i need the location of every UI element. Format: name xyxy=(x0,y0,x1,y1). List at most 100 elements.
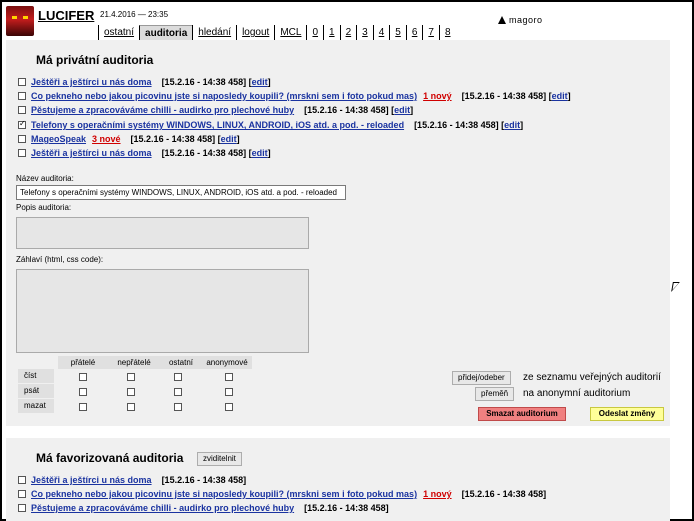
edit-link[interactable]: edit xyxy=(221,134,237,144)
private-auditoria-panel: Má privátní auditoria Ještěři a ještírci… xyxy=(6,40,670,426)
tab-page-4[interactable]: 4 xyxy=(372,25,390,40)
item-checkbox[interactable] xyxy=(18,78,26,86)
save-changes-button[interactable]: Odeslat změny xyxy=(590,407,664,421)
delete-auditorium-button[interactable]: Smazat auditorium xyxy=(478,407,566,421)
edit-link[interactable]: edit xyxy=(552,91,568,101)
perm-checkbox[interactable] xyxy=(127,403,135,411)
tab-page-5[interactable]: 5 xyxy=(389,25,406,40)
item-checkbox[interactable] xyxy=(18,504,26,512)
auditorium-name-input[interactable]: Telefony s operačními systémy WINDOWS, L… xyxy=(16,185,346,200)
perm-checkbox[interactable] xyxy=(79,373,87,381)
item-checkbox[interactable] xyxy=(18,476,26,484)
name-label: Název auditoria: xyxy=(16,174,74,183)
perm-checkbox[interactable] xyxy=(127,373,135,381)
auditorium-link[interactable]: Ještěři a ještírci u nás doma xyxy=(31,148,152,158)
favorite-auditoria-panel: Má favorizovaná auditoria zviditelnit Je… xyxy=(6,438,670,521)
item-checkbox[interactable] xyxy=(18,135,26,143)
tab-page-0[interactable]: 0 xyxy=(306,25,324,40)
tab-page-1[interactable]: 1 xyxy=(323,25,340,40)
perm-col-others: ostatní xyxy=(160,356,202,369)
perm-checkbox[interactable] xyxy=(174,403,182,411)
devil-logo-icon xyxy=(6,6,34,36)
perm-checkbox[interactable] xyxy=(79,403,87,411)
new-posts-badge[interactable]: 1 nový xyxy=(423,91,452,101)
description-textarea[interactable] xyxy=(16,217,309,249)
list-item: Co pekneho nebo jakou picovinu jste si n… xyxy=(18,90,571,102)
tab-page-7[interactable]: 7 xyxy=(422,25,439,40)
list-item: Ještěři a ještírci u nás doma [15.2.16 -… xyxy=(18,147,271,159)
logo-eye-right xyxy=(23,16,28,19)
new-posts-badge[interactable]: 1 nový xyxy=(423,489,452,499)
brand-title[interactable]: LUCIFER xyxy=(38,8,94,23)
perm-row-delete: mazat xyxy=(24,401,46,410)
item-meta: [15.2.16 - 14:38 458] [edit] xyxy=(414,120,524,130)
perm-checkbox[interactable] xyxy=(79,388,87,396)
make-anonymous-text: na anonymní auditorium xyxy=(523,388,631,399)
magoro-logo[interactable]: magoro xyxy=(498,15,543,25)
item-meta: [15.2.16 - 14:38 458] xyxy=(304,503,389,513)
list-item: Pěstujeme a zpracováváme chilli - audirk… xyxy=(18,502,389,514)
tab-hledani[interactable]: hledání xyxy=(192,25,237,40)
header-code-textarea[interactable] xyxy=(16,269,309,353)
auditorium-link[interactable]: Pěstujeme a zpracováváme chilli - audirk… xyxy=(31,105,294,115)
tab-page-8[interactable]: 8 xyxy=(438,25,456,40)
perm-checkbox[interactable] xyxy=(127,388,135,396)
auditorium-link[interactable]: Pěstujeme a zpracováváme chilli - audirk… xyxy=(31,503,294,513)
current-datetime: 21.4.2016 — 23:35 xyxy=(100,10,169,19)
tab-mcl[interactable]: MCL xyxy=(274,25,307,40)
header-code-label: Záhlaví (html, css code): xyxy=(16,255,104,264)
auditorium-link[interactable]: Telefony s operačními systémy WINDOWS, L… xyxy=(31,120,404,130)
toggle-public-button[interactable]: přidej/odeber xyxy=(452,371,511,385)
description-label: Popis auditoria: xyxy=(16,203,72,212)
favorites-section-title: Má favorizovaná auditoria xyxy=(36,451,184,465)
item-meta: [15.2.16 - 14:38 458] xyxy=(461,489,547,499)
perm-col-enemies: nepřátelé xyxy=(108,356,160,369)
perm-checkbox[interactable] xyxy=(225,403,233,411)
magoro-triangle-icon xyxy=(498,16,506,24)
item-meta: [15.2.16 - 14:38 458] [edit] xyxy=(461,91,571,101)
auditorium-link[interactable]: MageoSpeak xyxy=(31,134,86,144)
magoro-label: magoro xyxy=(509,15,543,25)
perm-col-friends: přátelé xyxy=(58,356,108,369)
auditorium-link[interactable]: Ještěři a ještírci u nás doma xyxy=(31,475,152,485)
perm-checkbox[interactable] xyxy=(174,388,182,396)
perm-checkbox[interactable] xyxy=(225,388,233,396)
edit-link[interactable]: edit xyxy=(252,77,268,87)
item-meta: [15.2.16 - 14:38 458] xyxy=(161,475,247,485)
item-meta: [15.2.16 - 14:38 458] [edit] xyxy=(130,134,240,144)
list-item: Ještěři a ještírci u nás doma [15.2.16 -… xyxy=(18,76,271,88)
list-item: MageoSpeak 3 nové [15.2.16 - 14:38 458] … xyxy=(18,133,240,145)
tab-page-3[interactable]: 3 xyxy=(356,25,373,40)
item-checkbox[interactable] xyxy=(18,490,26,498)
item-checkbox[interactable] xyxy=(18,106,26,114)
auditorium-link[interactable]: Co pekneho nebo jakou picovinu jste si n… xyxy=(31,91,417,101)
auditorium-link[interactable]: Ještěři a ještírci u nás doma xyxy=(31,77,152,87)
item-checkbox[interactable] xyxy=(18,92,26,100)
show-button[interactable]: zviditelnit xyxy=(197,452,242,466)
perm-row-write: psát xyxy=(24,386,40,395)
item-checkbox[interactable] xyxy=(18,119,26,129)
perm-checkbox[interactable] xyxy=(174,373,182,381)
list-item: Co pekneho nebo jakou picovinu jste si n… xyxy=(18,488,546,500)
item-meta: [15.2.16 - 14:38 458] [edit] xyxy=(304,105,414,115)
logo-eye-left xyxy=(12,16,17,19)
item-checkbox[interactable] xyxy=(18,149,26,157)
new-posts-badge[interactable]: 3 nové xyxy=(92,134,121,144)
item-meta: [15.2.16 - 14:38 458] [edit] xyxy=(161,148,271,158)
tab-auditoria[interactable]: auditoria xyxy=(139,25,193,40)
perm-checkbox[interactable] xyxy=(225,373,233,381)
item-meta: [15.2.16 - 14:38 458] [edit] xyxy=(161,77,271,87)
edit-link[interactable]: edit xyxy=(252,148,268,158)
edit-link[interactable]: edit xyxy=(504,120,520,130)
tab-page-2[interactable]: 2 xyxy=(339,25,357,40)
list-item: Pěstujeme a zpracováváme chilli - audirk… xyxy=(18,104,413,116)
perm-row-read: číst xyxy=(24,371,37,380)
list-item: Ještěři a ještírci u nás doma [15.2.16 -… xyxy=(18,474,246,486)
tab-ostatni[interactable]: ostatní xyxy=(98,25,140,40)
make-anonymous-button[interactable]: přeměň xyxy=(475,387,515,401)
auditorium-link[interactable]: Co pekneho nebo jakou picovinu jste si n… xyxy=(31,489,417,499)
edit-link[interactable]: edit xyxy=(394,105,410,115)
perm-col-anonymous: anonymové xyxy=(202,356,252,369)
tab-logout[interactable]: logout xyxy=(236,25,275,40)
tab-page-6[interactable]: 6 xyxy=(405,25,423,40)
